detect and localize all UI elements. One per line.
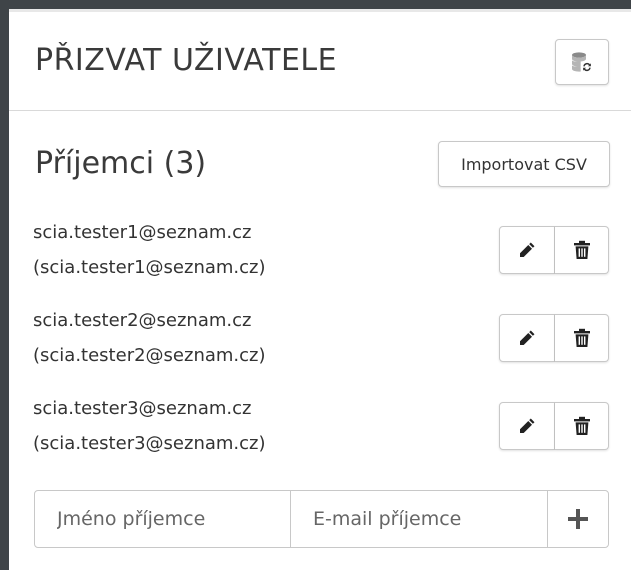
delete-button[interactable] <box>555 402 609 450</box>
panel-header: PŘIZVAT UŽIVATELE <box>9 12 631 111</box>
list-item: scia.tester1@seznam.cz (scia.tester1@sez… <box>33 215 333 285</box>
add-recipient-button[interactable] <box>548 491 608 547</box>
window-frame-left <box>0 0 9 570</box>
trash-icon <box>573 240 591 260</box>
recipient-email-input[interactable] <box>291 491 548 547</box>
delete-button[interactable] <box>555 314 609 362</box>
database-refresh-icon <box>570 50 594 74</box>
add-recipient-form <box>34 490 609 548</box>
page-title: PŘIZVAT UŽIVATELE <box>35 43 338 78</box>
edit-button[interactable] <box>499 402 555 450</box>
recipient-name: scia.tester3@seznam.cz <box>33 398 252 419</box>
edit-button[interactable] <box>499 226 555 274</box>
refresh-button[interactable] <box>555 39 609 85</box>
delete-button[interactable] <box>555 226 609 274</box>
recipient-email: (scia.tester3@seznam.cz) <box>33 433 266 454</box>
recipient-name: scia.tester1@seznam.cz <box>33 222 252 243</box>
window-frame-top <box>0 0 631 9</box>
invite-users-panel: PŘIZVAT UŽIVATELE Příjemci (3) Importova… <box>9 12 631 570</box>
import-csv-button[interactable]: Importovat CSV <box>438 141 610 187</box>
trash-icon <box>573 328 591 348</box>
recipient-name-input[interactable] <box>35 491 291 547</box>
plus-icon <box>567 508 589 530</box>
edit-button[interactable] <box>499 314 555 362</box>
recipient-email: (scia.tester1@seznam.cz) <box>33 257 266 278</box>
recipient-email: (scia.tester2@seznam.cz) <box>33 345 266 366</box>
pencil-icon <box>518 329 536 347</box>
pencil-icon <box>518 417 536 435</box>
pencil-icon <box>518 241 536 259</box>
list-item: scia.tester3@seznam.cz (scia.tester3@sez… <box>33 391 333 461</box>
recipients-heading: Příjemci (3) <box>35 146 207 181</box>
recipient-name: scia.tester2@seznam.cz <box>33 310 252 331</box>
trash-icon <box>573 416 591 436</box>
list-item: scia.tester2@seznam.cz (scia.tester2@sez… <box>33 303 333 373</box>
